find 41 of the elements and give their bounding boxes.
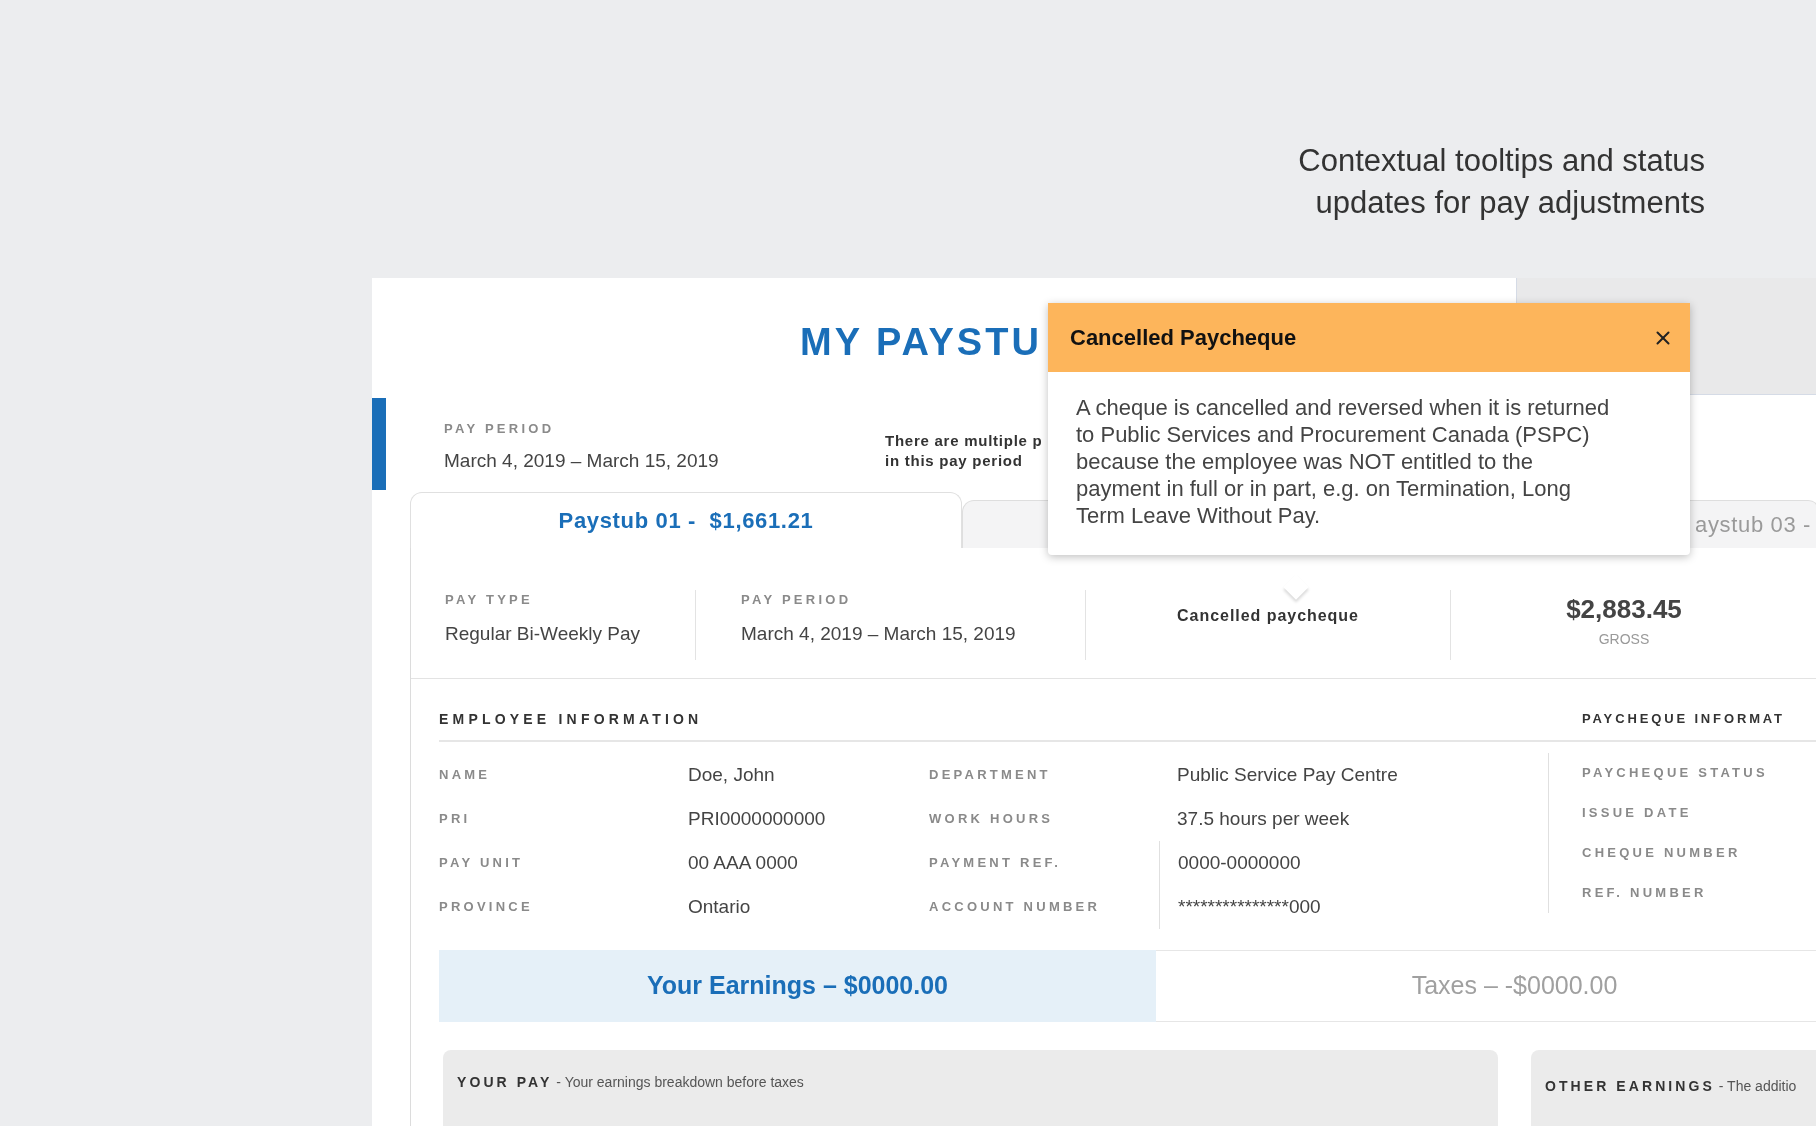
page-title: MY PAYSTU — [799, 320, 1042, 365]
paycheque-status: Cancelled paycheque — [1177, 606, 1359, 626]
field-label: PAYMENT REF. — [929, 854, 1063, 873]
totals-tab[interactable]: Your Earnings – $0000.00 — [439, 950, 1156, 1022]
field-value: Ontario — [688, 894, 752, 919]
field-label: PAY PERIOD — [741, 591, 853, 609]
multiple-paystubs-note: There are multiple p in this pay period — [885, 431, 1043, 471]
field-label: ACCOUNT NUMBER — [929, 898, 1102, 917]
field-label: PAY TYPE — [445, 591, 534, 609]
section-title: EMPLOYEE INFORMATION — [439, 710, 704, 729]
field-label: PAYCHEQUE STATUS — [1582, 764, 1768, 783]
tooltip-title: Cancelled Paycheque — [1070, 324, 1297, 352]
tooltip-text: A cheque is cancelled and reversed when it is returned to Public Services and Procurement Canada (PSPC) because the employee was NOT entitled to the payment in full or in part, e.g. on Termination, Long Term Leave Without Pay. — [1075, 394, 1611, 530]
field-label: PROVINCE — [439, 898, 534, 917]
field-label: WORK HOURS — [929, 810, 1055, 829]
field-value: Public Service Pay Centre — [1177, 762, 1398, 787]
gross-label: GROSS — [1598, 630, 1650, 649]
field-value: 0000-0000000 — [1178, 850, 1301, 875]
gross-amount: $2,883.45 — [1566, 593, 1682, 626]
field-label: REF. NUMBER — [1582, 884, 1707, 903]
section-heading: OTHER EARNINGS - The additio — [1545, 1077, 1798, 1096]
headline: Contextual tooltips and status updates for pay adjustments — [1297, 142, 1705, 222]
field-label: ISSUE DATE — [1582, 804, 1692, 823]
field-value: March 4, 2019 – March 15, 2019 — [444, 448, 720, 473]
field-label: DEPARTMENT — [929, 766, 1052, 785]
field-label: PRI — [439, 810, 472, 829]
field-value: 37.5 hours per week — [1177, 806, 1350, 831]
field-value: ***************000 — [1178, 894, 1321, 919]
field-label: PAY PERIOD — [444, 420, 556, 438]
section-heading: YOUR PAY - Your earnings breakdown before taxes — [457, 1073, 805, 1092]
field-value: PRI0000000000 — [688, 806, 827, 831]
section-title: PAYCHEQUE INFORMAT — [1582, 710, 1785, 728]
field-value: Doe, John — [688, 762, 776, 787]
paystub-tab[interactable]: Paystub 01 - $1,661.21 — [410, 492, 962, 548]
field-label: PAY UNIT — [439, 854, 525, 873]
field-value: 00 AAA 0000 — [688, 850, 799, 875]
field-value: March 4, 2019 – March 15, 2019 — [741, 621, 1017, 646]
totals-tab[interactable]: Taxes – -$0000.00 — [1156, 950, 1816, 1022]
field-label: CHEQUE NUMBER — [1582, 844, 1741, 863]
field-value: Regular Bi-Weekly Pay — [445, 621, 641, 646]
field-label: NAME — [439, 766, 492, 785]
